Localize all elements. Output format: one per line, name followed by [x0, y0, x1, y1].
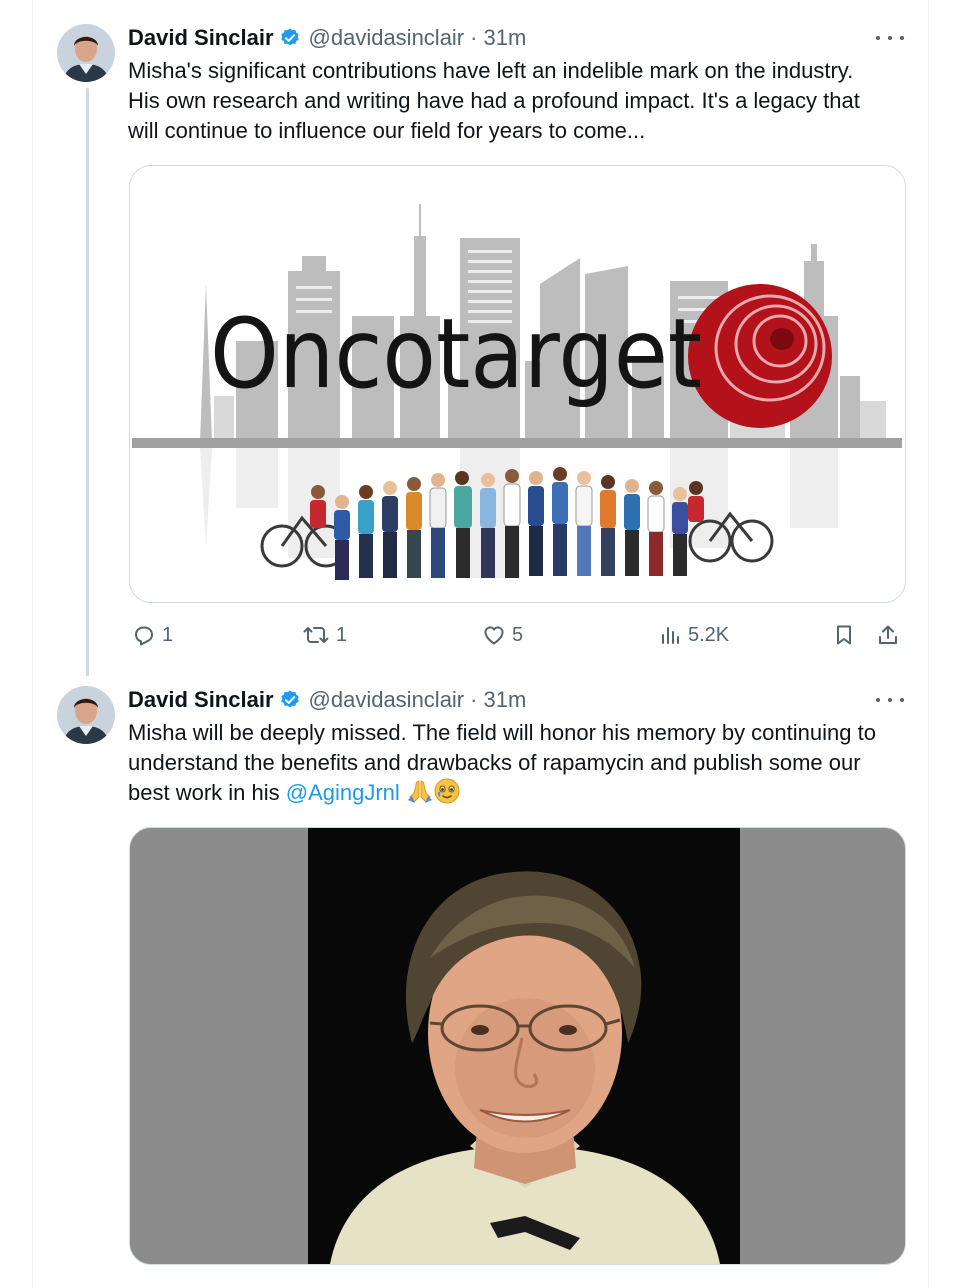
thread-connector-line: [86, 88, 89, 676]
views-count: 5.2K: [688, 623, 730, 646]
tweet-media-image[interactable]: Oncotarget: [129, 165, 906, 603]
tweet-text-line: Misha's significant contributions have l…: [128, 58, 854, 83]
tweet-text-line: will continue to influence our field for…: [128, 118, 646, 143]
like-count: 5: [512, 623, 524, 646]
portrait-photo: [130, 828, 905, 1264]
timestamp[interactable]: 31m: [483, 687, 526, 713]
folded-hands-icon: [406, 778, 434, 812]
tweet-thread: David Sinclair @davidasinclair · 31m Mis…: [0, 0, 968, 1288]
views-button[interactable]: 5.2K: [658, 618, 729, 652]
like-button[interactable]: 5: [482, 618, 523, 652]
author-handle[interactable]: @davidasinclair: [309, 687, 465, 713]
bookmark-button[interactable]: [832, 618, 856, 652]
mention-link[interactable]: @AgingJrnl: [286, 780, 400, 805]
tweet-header: David Sinclair @davidasinclair · 31m: [128, 685, 526, 715]
author-handle[interactable]: @davidasinclair: [309, 25, 465, 51]
timestamp[interactable]: 31m: [483, 25, 526, 51]
author-avatar[interactable]: [57, 686, 115, 744]
repost-button[interactable]: 1: [302, 618, 347, 652]
tweet-header: David Sinclair @davidasinclair · 31m: [128, 23, 526, 53]
tweet-media-image[interactable]: [129, 827, 906, 1265]
reply-icon: [132, 623, 156, 647]
verified-badge-icon: [279, 27, 301, 49]
separator: ·: [470, 687, 478, 712]
tweet-text-line: understand the benefits and drawbacks of…: [128, 750, 861, 775]
more-icon[interactable]: [876, 690, 904, 710]
tweet-text-line: His own research and writing have had a …: [128, 88, 860, 113]
author-name[interactable]: David Sinclair: [128, 25, 274, 51]
tweet-text: Misha's significant contributions have l…: [128, 56, 908, 146]
oncotarget-spiral-icon: [688, 284, 832, 428]
tweet-text-line: Misha will be deeply missed. The field w…: [128, 720, 876, 745]
tweet-text: Misha will be deeply missed. The field w…: [128, 718, 908, 812]
tweet-text-line: best work in his @AgingJrnl: [128, 778, 908, 812]
timeline-border-left: [32, 0, 33, 1288]
verified-badge-icon: [279, 689, 301, 711]
reply-count: 1: [162, 623, 174, 646]
timeline-border-right: [928, 0, 929, 1288]
reply-button[interactable]: 1: [132, 618, 173, 652]
bookmark-icon: [832, 623, 856, 647]
repost-count: 1: [336, 623, 348, 646]
oncotarget-logo-illustration: Oncotarget: [130, 166, 905, 602]
author-name[interactable]: David Sinclair: [128, 687, 274, 713]
teary-smile-icon: [434, 778, 460, 812]
oncotarget-logo-text: Oncotarget: [210, 298, 702, 410]
separator: ·: [470, 25, 478, 50]
more-icon[interactable]: [876, 28, 904, 48]
author-avatar[interactable]: [57, 24, 115, 82]
repost-icon: [302, 623, 330, 647]
views-icon: [658, 623, 682, 647]
share-button[interactable]: [876, 618, 900, 652]
like-icon: [482, 623, 506, 647]
tweet-actions-bar: 1 1 5 5.2K: [128, 618, 908, 652]
share-icon: [876, 623, 900, 647]
tweet-text-fragment: best work in his: [128, 780, 286, 805]
